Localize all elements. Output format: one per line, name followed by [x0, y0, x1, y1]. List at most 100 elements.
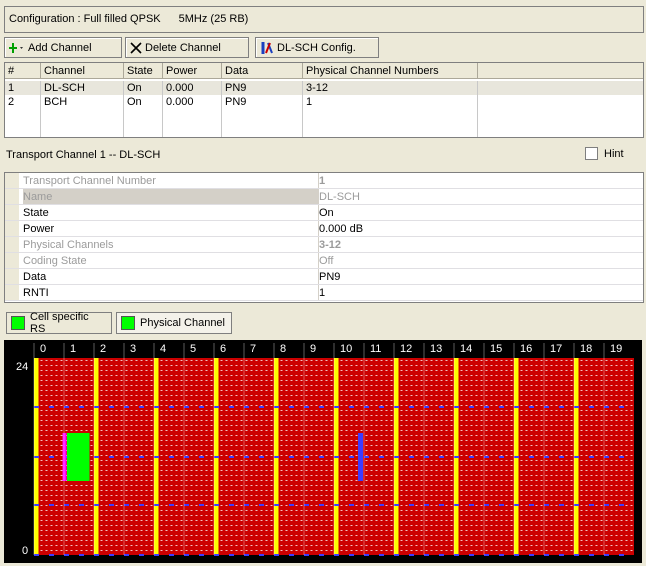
grid-subcarrier-mark — [310, 450, 313, 451]
column-header-num[interactable]: # — [5, 63, 41, 78]
grid-subcarrier-mark — [290, 375, 293, 376]
column-header-data[interactable]: Data — [222, 63, 303, 78]
grid-subcarrier-mark — [235, 450, 238, 451]
grid-subcarrier-mark — [150, 505, 153, 506]
grid-subcarrier-mark — [180, 470, 183, 471]
grid-subcarrier-mark — [45, 370, 48, 371]
grid-subcarrier-mark — [355, 370, 358, 371]
grid-subcarrier-mark — [285, 535, 288, 536]
grid-subcarrier-mark — [480, 395, 483, 396]
grid-subcarrier-mark — [380, 375, 383, 376]
grid-subcarrier-mark — [350, 465, 353, 466]
grid-subcarrier-mark — [270, 485, 273, 486]
hint-checkbox-box[interactable] — [585, 147, 598, 160]
grid-subcarrier-mark — [115, 500, 118, 501]
grid-subcarrier-mark — [45, 500, 48, 501]
column-header-state[interactable]: State — [124, 63, 163, 78]
delete-channel-button[interactable]: Delete Channel — [125, 37, 249, 58]
grid-subcarrier-mark — [350, 360, 353, 361]
grid-subcarrier-mark — [535, 405, 538, 406]
grid-subcarrier-mark — [510, 435, 513, 436]
grid-subcarrier-mark — [190, 485, 193, 486]
grid-subcarrier-mark — [615, 490, 618, 491]
dlsch-config-button[interactable]: DL-SCH Config. — [255, 37, 379, 58]
property-value[interactable]: On — [319, 205, 334, 220]
column-header-channel[interactable]: Channel — [41, 63, 124, 78]
grid-subcarrier-mark — [75, 550, 78, 551]
grid-subcarrier-mark — [240, 505, 243, 506]
grid-subcarrier-mark — [555, 540, 558, 541]
property-row[interactable]: Data PN9 — [5, 269, 643, 285]
grid-subcarrier-mark — [90, 430, 93, 431]
grid-subcarrier-mark — [200, 360, 203, 361]
grid-subcarrier-mark — [270, 525, 273, 526]
grid-subcarrier-mark — [220, 500, 223, 501]
grid-subcarrier-mark — [115, 480, 118, 481]
grid-subcarrier-mark — [480, 380, 483, 381]
grid-subcarrier-mark — [290, 535, 293, 536]
property-value[interactable]: 0.000 dB — [319, 221, 363, 236]
grid-subcarrier-mark — [210, 545, 213, 546]
grid-subcarrier-mark — [370, 430, 373, 431]
grid-subcarrier-mark — [260, 540, 263, 541]
property-value[interactable]: PN9 — [319, 269, 340, 284]
grid-subcarrier-mark — [45, 375, 48, 376]
grid-subcarrier-mark — [125, 485, 128, 486]
grid-subcarrier-mark — [60, 465, 63, 466]
grid-subcarrier-mark — [200, 370, 203, 371]
property-row[interactable]: RNTI 1 — [5, 285, 643, 301]
grid-subcarrier-mark — [55, 550, 58, 551]
grid-subcarrier-mark — [200, 385, 203, 386]
grid-subcarrier-mark — [125, 385, 128, 386]
grid-subcarrier-mark — [305, 480, 308, 481]
grid-subcarrier-mark — [140, 500, 143, 501]
property-row[interactable]: Power 0.000 dB — [5, 221, 643, 237]
grid-subcarrier-mark — [470, 455, 473, 456]
grid-subcarrier-mark — [105, 545, 108, 546]
grid-subcarrier-mark — [350, 530, 353, 531]
grid-subcarrier-mark — [555, 390, 558, 391]
grid-subcarrier-mark — [160, 545, 163, 546]
grid-subcarrier-mark — [590, 375, 593, 376]
property-row[interactable]: Transport Channel Number 1 — [5, 173, 643, 189]
grid-subcarrier-mark — [505, 415, 508, 416]
column-header-power[interactable]: Power — [163, 63, 222, 78]
grid-rs-mark — [304, 456, 309, 458]
hint-checkbox[interactable]: Hint — [585, 147, 624, 160]
grid-subcarrier-mark — [595, 460, 598, 461]
grid-subcarrier-mark — [210, 455, 213, 456]
property-value[interactable]: 1 — [319, 285, 325, 300]
grid-subcarrier-mark — [435, 410, 438, 411]
grid-subcarrier-mark — [250, 360, 253, 361]
grid-subcarrier-mark — [520, 525, 523, 526]
property-row[interactable]: Physical Channels 3-12 — [5, 237, 643, 253]
grid-subcarrier-mark — [450, 510, 453, 511]
add-channel-button[interactable]: Add Channel — [4, 37, 122, 58]
property-row[interactable]: Name DL-SCH — [5, 189, 643, 205]
resource-grid[interactable]: 0 1 2 3 4 5 6 7 8 9 10 11 12 13 14 15 16 17 18 19 24 0 — [4, 340, 642, 563]
grid-subcarrier-mark — [520, 415, 523, 416]
grid-subcarrier-mark — [80, 540, 83, 541]
grid-subcarrier-mark — [565, 385, 568, 386]
grid-subcarrier-mark — [545, 455, 548, 456]
legend-cell-specific-rs[interactable]: Cell specific RS — [6, 311, 112, 335]
grid-subcarrier-mark — [100, 415, 103, 416]
property-row[interactable]: State On — [5, 205, 643, 221]
table-row[interactable]: 1 DL-SCH On 0.000 PN9 3-12 — [5, 81, 643, 95]
property-row[interactable]: Coding State Off — [5, 253, 643, 269]
grid-subcarrier-mark — [285, 540, 288, 541]
grid-subcarrier-mark — [345, 445, 348, 446]
grid-subcarrier-mark — [130, 390, 133, 391]
grid-subcarrier-mark — [230, 360, 233, 361]
grid-subcarrier-mark — [520, 430, 523, 431]
grid-subcarrier-mark — [380, 390, 383, 391]
grid-subcarrier-mark — [375, 480, 378, 481]
grid-subcarrier-mark — [380, 430, 383, 431]
grid-subcarrier-mark — [545, 410, 548, 411]
grid-subcarrier-mark — [255, 540, 258, 541]
legend-physical-channel[interactable]: Physical Channel — [116, 312, 232, 334]
grid-rs-mark — [379, 504, 384, 506]
table-row[interactable]: 2 BCH On 0.000 PN9 1 — [5, 95, 643, 109]
grid-subcarrier-mark — [195, 420, 198, 421]
column-header-physical-channels[interactable]: Physical Channel Numbers — [303, 63, 478, 78]
